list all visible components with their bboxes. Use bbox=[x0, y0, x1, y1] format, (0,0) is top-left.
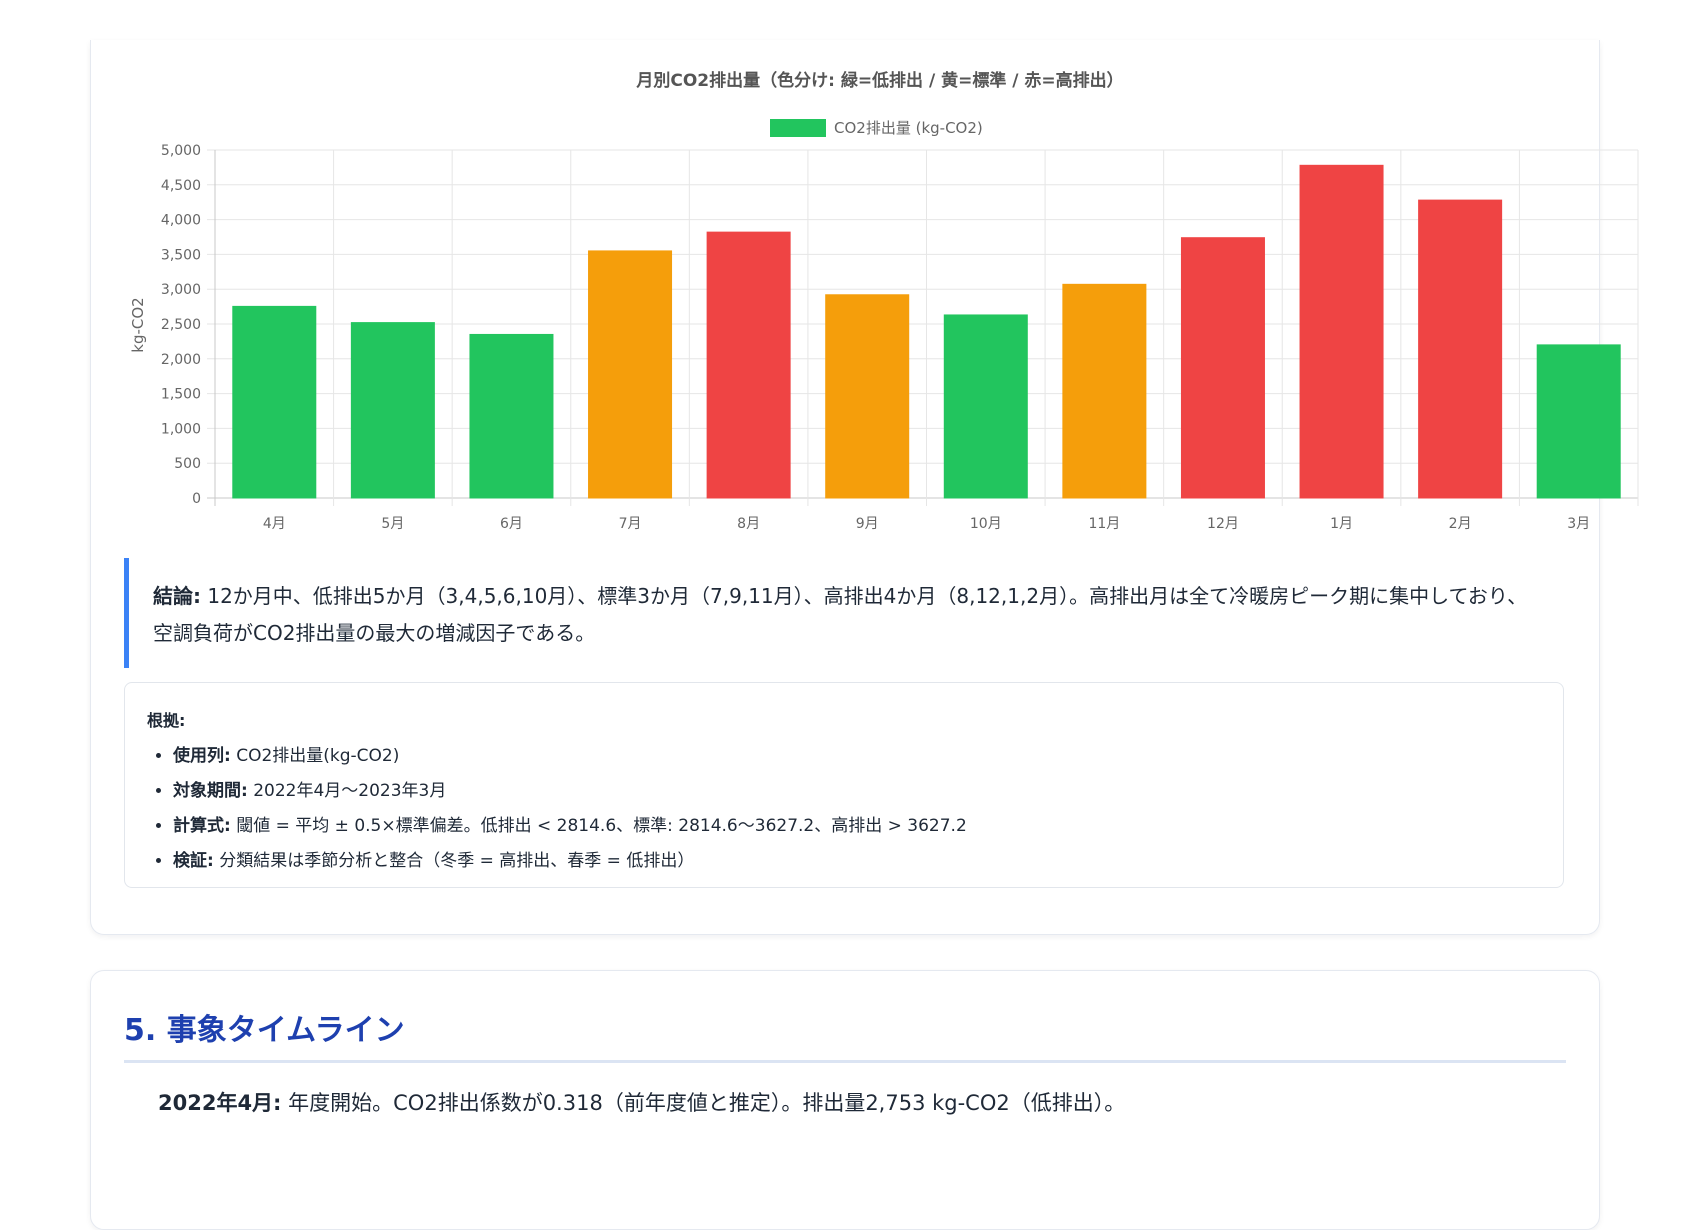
conclusion-box: 結論: 12か月中、低排出5か月（3,4,5,6,10月）、標準3か月（7,9,… bbox=[124, 558, 1564, 668]
y-tick-label: 3,500 bbox=[161, 247, 201, 263]
co2-bar-chart: 月別CO2排出量（色分け: 緑=低排出 / 黄=標準 / 赤=高排出） CO2排… bbox=[129, 70, 1639, 532]
y-tick-label: 1,000 bbox=[161, 421, 201, 437]
basis-item-label: 計算式: bbox=[173, 816, 231, 836]
conclusion-label: 結論: bbox=[153, 584, 201, 608]
chart-title: 月別CO2排出量（色分け: 緑=低排出 / 黄=標準 / 赤=高排出） bbox=[635, 70, 1123, 91]
bar-8[interactable] bbox=[1062, 283, 1147, 499]
basis-box: 根拠: 使用列: CO2排出量(kg-CO2) 対象期間: 2022年4月〜20… bbox=[124, 682, 1564, 888]
bar-4[interactable] bbox=[588, 250, 673, 499]
bar-6[interactable] bbox=[825, 294, 910, 499]
basis-item-label: 検証: bbox=[173, 851, 214, 871]
y-tick-label: 2,500 bbox=[161, 317, 201, 333]
conclusion-text: 12か月中、低排出5か月（3,4,5,6,10月）、標準3か月（7,9,11月）… bbox=[153, 584, 1528, 645]
basis-title: 根拠: bbox=[147, 711, 186, 730]
basis-item-period: 対象期間: 2022年4月〜2023年3月 bbox=[173, 774, 1539, 809]
timeline-item-text: 年度開始。CO2排出係数が0.318（前年度値と推定）。排出量2,753 kg-… bbox=[281, 1091, 1126, 1115]
basis-item-label: 使用列: bbox=[173, 746, 231, 766]
y-tick-label: 500 bbox=[174, 456, 201, 472]
section-title-timeline: 5. 事象タイムライン bbox=[124, 1013, 405, 1048]
x-tick-label: 1月 bbox=[1330, 516, 1353, 532]
x-tick-label: 3月 bbox=[1567, 516, 1590, 532]
x-tick-label: 9月 bbox=[856, 516, 879, 532]
x-tick-label: 7月 bbox=[619, 516, 642, 532]
x-tick-label: 5月 bbox=[381, 516, 404, 532]
basis-item-column: 使用列: CO2排出量(kg-CO2) bbox=[173, 739, 1539, 774]
timeline-item: 2022年4月: 年度開始。CO2排出係数が0.318（前年度値と推定）。排出量… bbox=[158, 1087, 1125, 1117]
bar-1[interactable] bbox=[232, 305, 317, 499]
bar-12[interactable] bbox=[1536, 344, 1621, 499]
x-tick-label: 10月 bbox=[970, 516, 1002, 532]
basis-item-verification: 検証: 分類結果は季節分析と整合（冬季 = 高排出、春季 = 低排出） bbox=[173, 844, 1539, 879]
basis-item-text: CO2排出量(kg-CO2) bbox=[230, 746, 400, 766]
x-tick-label: 4月 bbox=[263, 516, 286, 532]
basis-list: 使用列: CO2排出量(kg-CO2) 対象期間: 2022年4月〜2023年3… bbox=[147, 739, 1539, 879]
bar-10[interactable] bbox=[1299, 164, 1384, 499]
y-tick-label: 4,500 bbox=[161, 178, 201, 194]
section-divider bbox=[124, 1060, 1566, 1063]
basis-item-text: 閾値 = 平均 ± 0.5×標準偏差。低排出 < 2814.6、標準: 2814… bbox=[230, 816, 967, 836]
y-axis-label: kg-CO2 bbox=[129, 297, 147, 352]
timeline-item-date: 2022年4月: bbox=[158, 1091, 282, 1115]
legend-swatch[interactable] bbox=[770, 119, 826, 137]
bar-11[interactable] bbox=[1418, 199, 1503, 499]
y-tick-label: 5,000 bbox=[161, 143, 201, 159]
x-tick-label: 6月 bbox=[500, 516, 523, 532]
y-tick-label: 2,000 bbox=[161, 352, 201, 368]
basis-item-text: 2022年4月〜2023年3月 bbox=[247, 781, 447, 801]
basis-item-formula: 計算式: 閾値 = 平均 ± 0.5×標準偏差。低排出 < 2814.6、標準:… bbox=[173, 809, 1539, 844]
x-tick-label: 8月 bbox=[737, 516, 760, 532]
bar-3[interactable] bbox=[469, 333, 554, 499]
x-tick-label: 11月 bbox=[1088, 516, 1120, 532]
basis-item-label: 対象期間: bbox=[173, 781, 248, 801]
basis-item-text: 分類結果は季節分析と整合（冬季 = 高排出、春季 = 低排出） bbox=[213, 851, 695, 871]
legend-label[interactable]: CO2排出量 (kg-CO2) bbox=[834, 119, 983, 137]
bar-7[interactable] bbox=[943, 314, 1028, 499]
x-tick-label: 12月 bbox=[1207, 516, 1239, 532]
y-tick-label: 1,500 bbox=[161, 387, 201, 403]
bar-5[interactable] bbox=[706, 231, 791, 499]
y-tick-label: 3,000 bbox=[161, 282, 201, 298]
bar-9[interactable] bbox=[1180, 237, 1265, 499]
bar-2[interactable] bbox=[350, 322, 435, 499]
y-tick-label: 0 bbox=[192, 491, 201, 507]
y-tick-label: 4,000 bbox=[161, 213, 201, 229]
x-tick-label: 2月 bbox=[1449, 516, 1472, 532]
